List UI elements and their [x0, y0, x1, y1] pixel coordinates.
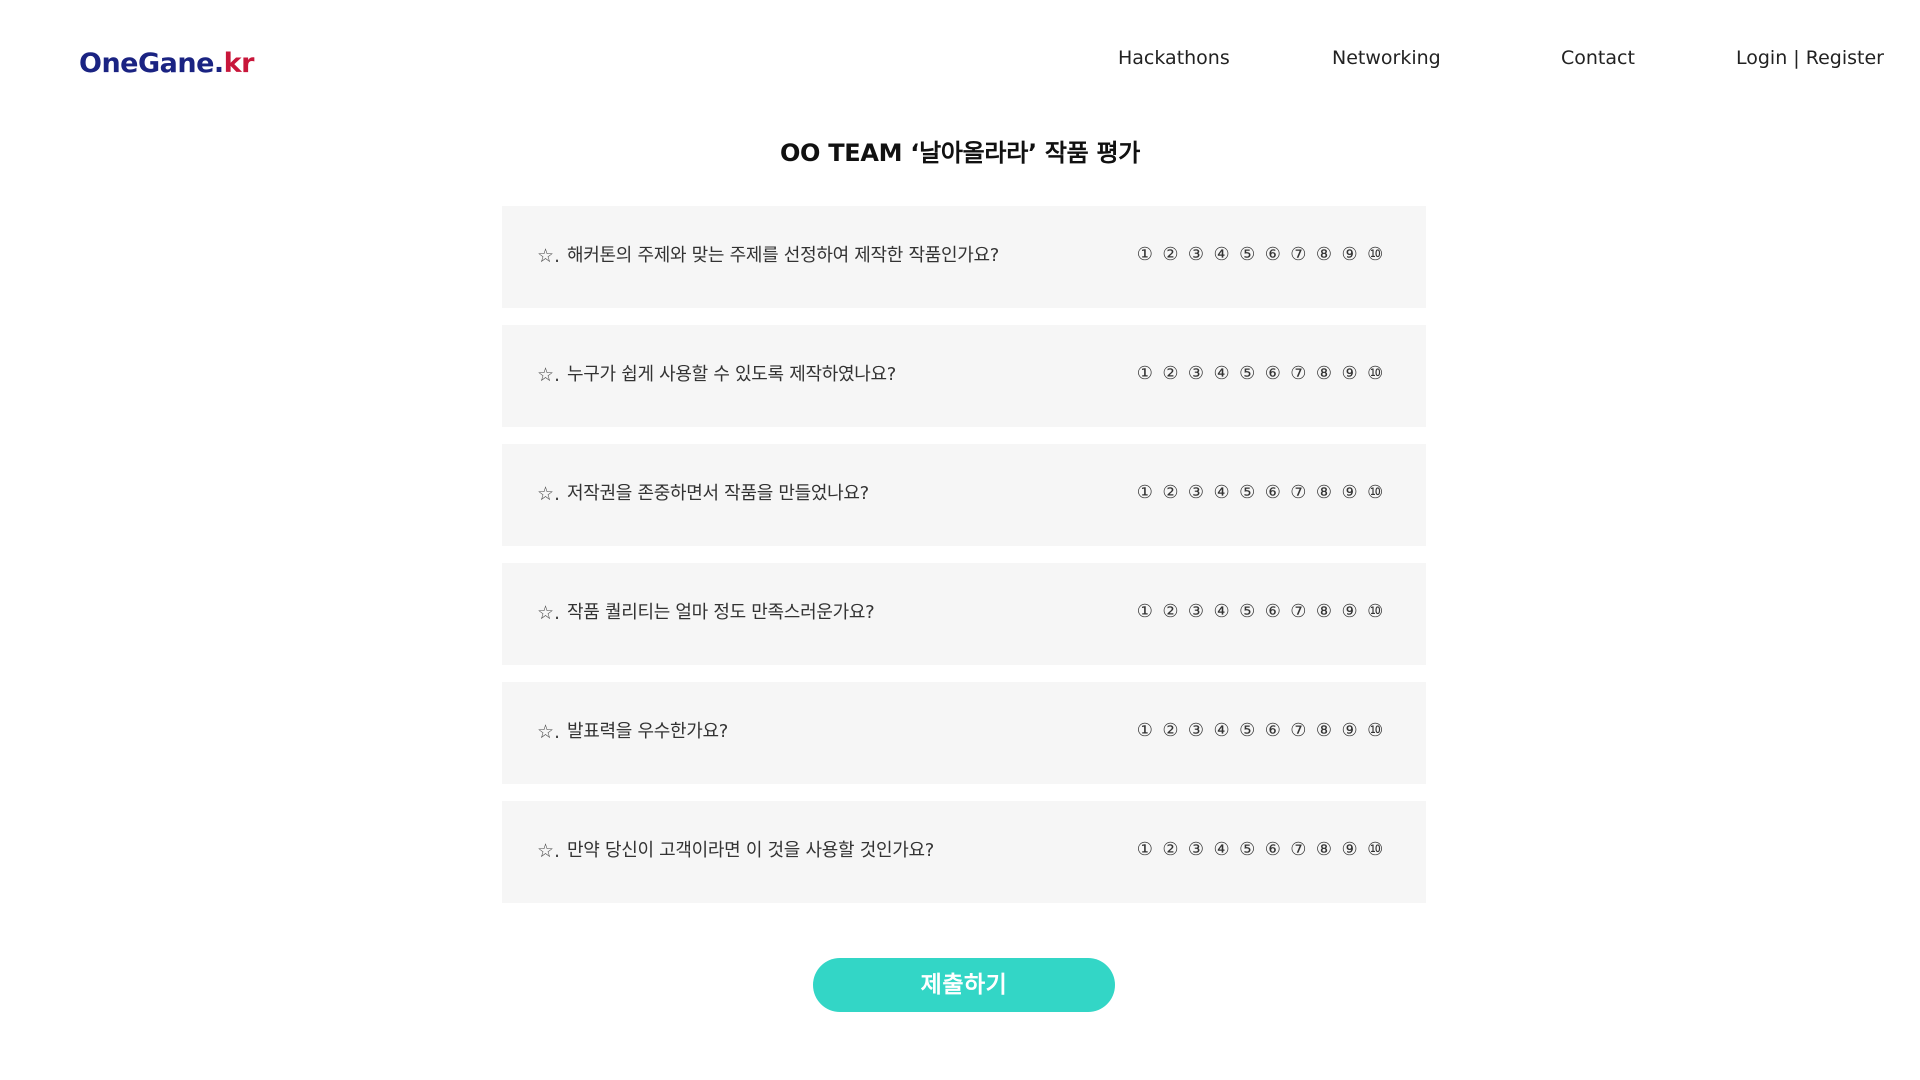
rating-option-3[interactable]: ③: [1183, 240, 1209, 270]
question-card: ☆. 만약 당신이 고객이라면 이 것을 사용할 것인가요? ① ② ③ ④ ⑤ ⑥ ⑦ ⑧ ⑨ ⑩: [502, 801, 1426, 903]
question-text: 발표력을 우수한가요?: [567, 721, 729, 742]
question-card: ☆. 누구가 쉽게 사용할 수 있도록 제작하였나요? ① ② ③ ④ ⑤ ⑥ ⑦ ⑧ ⑨ ⑩: [502, 325, 1426, 427]
rating-option-7[interactable]: ⑦: [1286, 716, 1312, 746]
rating-option-10[interactable]: ⑩: [1362, 478, 1388, 508]
rating-option-9[interactable]: ⑨: [1337, 835, 1363, 865]
rating-scale: ①②③④⑤⑥⑦⑧⑨⑩: [1132, 478, 1388, 508]
rating-option-4[interactable]: ④: [1209, 716, 1235, 746]
rating-option-8[interactable]: ⑧: [1311, 359, 1337, 389]
star-icon: ☆.: [537, 840, 561, 862]
rating-option-9[interactable]: ⑨: [1337, 240, 1363, 270]
question-text: 만약 당신이 고객이라면 이 것을 사용할 것인가요?: [567, 840, 934, 861]
rating-option-3[interactable]: ③: [1183, 716, 1209, 746]
rating-option-6[interactable]: ⑥: [1260, 240, 1286, 270]
question-text: 누구가 쉽게 사용할 수 있도록 제작하였나요?: [567, 364, 897, 385]
rating-option-2[interactable]: ②: [1158, 835, 1184, 865]
rating-option-10[interactable]: ⑩: [1362, 835, 1388, 865]
nav-login-link[interactable]: Login: [1736, 47, 1787, 69]
rating-option-8[interactable]: ⑧: [1311, 240, 1337, 270]
nav-separator: |: [1787, 47, 1806, 69]
rating-option-10[interactable]: ⑩: [1362, 359, 1388, 389]
nav-register-link[interactable]: Register: [1806, 47, 1884, 69]
question-list: ☆. 해커톤의 주제와 맞는 주제를 선정하여 제작한 작품인가요? ① ② ③ ④ ⑤ ⑥ ⑦…: [502, 206, 1426, 920]
rating-option-1[interactable]: ①: [1132, 716, 1158, 746]
question-text: 해커톤의 주제와 맞는 주제를 선정하여 제작한 작품인가요?: [567, 245, 1000, 266]
star-icon: ☆.: [537, 721, 561, 743]
rating-option-1[interactable]: ①: [1132, 835, 1158, 865]
rating-option-6[interactable]: ⑥: [1260, 835, 1286, 865]
rating-option-7[interactable]: ⑦: [1286, 597, 1312, 627]
question-text: 저작권을 존중하면서 작품을 만들었나요?: [567, 483, 869, 504]
rating-option-6[interactable]: ⑥: [1260, 478, 1286, 508]
rating-option-6[interactable]: ⑥: [1260, 359, 1286, 389]
rating-option-1[interactable]: ①: [1132, 359, 1158, 389]
rating-option-2[interactable]: ②: [1158, 597, 1184, 627]
nav-hackathons-link[interactable]: Hackathons: [1118, 44, 1230, 72]
rating-option-9[interactable]: ⑨: [1337, 597, 1363, 627]
rating-option-5[interactable]: ⑤: [1234, 359, 1260, 389]
rating-scale: ①②③④⑤⑥⑦⑧⑨⑩: [1132, 835, 1388, 865]
rating-option-1[interactable]: ①: [1132, 597, 1158, 627]
rating-option-2[interactable]: ②: [1158, 478, 1184, 508]
rating-option-5[interactable]: ⑤: [1234, 240, 1260, 270]
question-card: ☆. 작품 퀄리티는 얼마 정도 만족스러운가요? ① ② ③ ④ ⑤ ⑥ ⑦ ⑧ ⑨ ⑩: [502, 563, 1426, 665]
rating-option-3[interactable]: ③: [1183, 835, 1209, 865]
question-card: ☆. 저작권을 존중하면서 작품을 만들었나요? ① ② ③ ④ ⑤ ⑥ ⑦ ⑧ ⑨ ⑩: [502, 444, 1426, 546]
rating-option-6[interactable]: ⑥: [1260, 716, 1286, 746]
rating-option-5[interactable]: ⑤: [1234, 478, 1260, 508]
rating-option-3[interactable]: ③: [1183, 359, 1209, 389]
rating-option-8[interactable]: ⑧: [1311, 597, 1337, 627]
rating-option-7[interactable]: ⑦: [1286, 478, 1312, 508]
rating-option-5[interactable]: ⑤: [1234, 597, 1260, 627]
rating-option-1[interactable]: ①: [1132, 478, 1158, 508]
rating-scale: ①②③④⑤⑥⑦⑧⑨⑩: [1132, 597, 1388, 627]
rating-option-1[interactable]: ①: [1132, 240, 1158, 270]
site-logo[interactable]: OneGane.kr: [79, 46, 254, 82]
evaluation-page: OneGane.kr Hackathons Networking Contact…: [0, 0, 1920, 1080]
star-icon: ☆.: [537, 483, 561, 505]
rating-option-3[interactable]: ③: [1183, 478, 1209, 508]
rating-option-2[interactable]: ②: [1158, 359, 1184, 389]
nav-networking-link[interactable]: Networking: [1332, 44, 1441, 72]
logo-text-tld: kr: [223, 48, 255, 79]
nav-auth-group: Login | Register: [1736, 44, 1884, 72]
rating-option-4[interactable]: ④: [1209, 597, 1235, 627]
rating-option-7[interactable]: ⑦: [1286, 835, 1312, 865]
rating-option-4[interactable]: ④: [1209, 359, 1235, 389]
rating-option-7[interactable]: ⑦: [1286, 359, 1312, 389]
rating-option-2[interactable]: ②: [1158, 716, 1184, 746]
nav-contact-link[interactable]: Contact: [1561, 44, 1635, 72]
rating-option-3[interactable]: ③: [1183, 597, 1209, 627]
logo-text-main: OneGane.: [79, 48, 224, 79]
rating-scale: ①②③④⑤⑥⑦⑧⑨⑩: [1132, 359, 1388, 389]
rating-option-9[interactable]: ⑨: [1337, 359, 1363, 389]
rating-scale: ①②③④⑤⑥⑦⑧⑨⑩: [1132, 240, 1388, 270]
rating-option-6[interactable]: ⑥: [1260, 597, 1286, 627]
star-icon: ☆.: [537, 245, 561, 267]
rating-option-4[interactable]: ④: [1209, 240, 1235, 270]
question-card: ☆. 해커톤의 주제와 맞는 주제를 선정하여 제작한 작품인가요? ① ② ③ ④ ⑤ ⑥ ⑦…: [502, 206, 1426, 308]
rating-option-5[interactable]: ⑤: [1234, 716, 1260, 746]
rating-option-4[interactable]: ④: [1209, 835, 1235, 865]
rating-scale: ①②③④⑤⑥⑦⑧⑨⑩: [1132, 716, 1388, 746]
rating-option-9[interactable]: ⑨: [1337, 478, 1363, 508]
question-card: ☆. 발표력을 우수한가요? ① ② ③ ④ ⑤ ⑥ ⑦ ⑧ ⑨ ⑩: [502, 682, 1426, 784]
star-icon: ☆.: [537, 364, 561, 386]
star-icon: ☆.: [537, 602, 561, 624]
rating-option-10[interactable]: ⑩: [1362, 597, 1388, 627]
page-title: OO TEAM ‘날아올라라’ 작품 평가: [779, 139, 1141, 167]
rating-option-8[interactable]: ⑧: [1311, 478, 1337, 508]
rating-option-8[interactable]: ⑧: [1311, 835, 1337, 865]
rating-option-10[interactable]: ⑩: [1362, 240, 1388, 270]
submit-button[interactable]: 제출하기: [813, 958, 1115, 1012]
rating-option-8[interactable]: ⑧: [1311, 716, 1337, 746]
rating-option-10[interactable]: ⑩: [1362, 716, 1388, 746]
rating-option-9[interactable]: ⑨: [1337, 716, 1363, 746]
rating-option-7[interactable]: ⑦: [1286, 240, 1312, 270]
rating-option-4[interactable]: ④: [1209, 478, 1235, 508]
rating-option-5[interactable]: ⑤: [1234, 835, 1260, 865]
question-text: 작품 퀄리티는 얼마 정도 만족스러운가요?: [567, 602, 875, 623]
rating-option-2[interactable]: ②: [1158, 240, 1184, 270]
